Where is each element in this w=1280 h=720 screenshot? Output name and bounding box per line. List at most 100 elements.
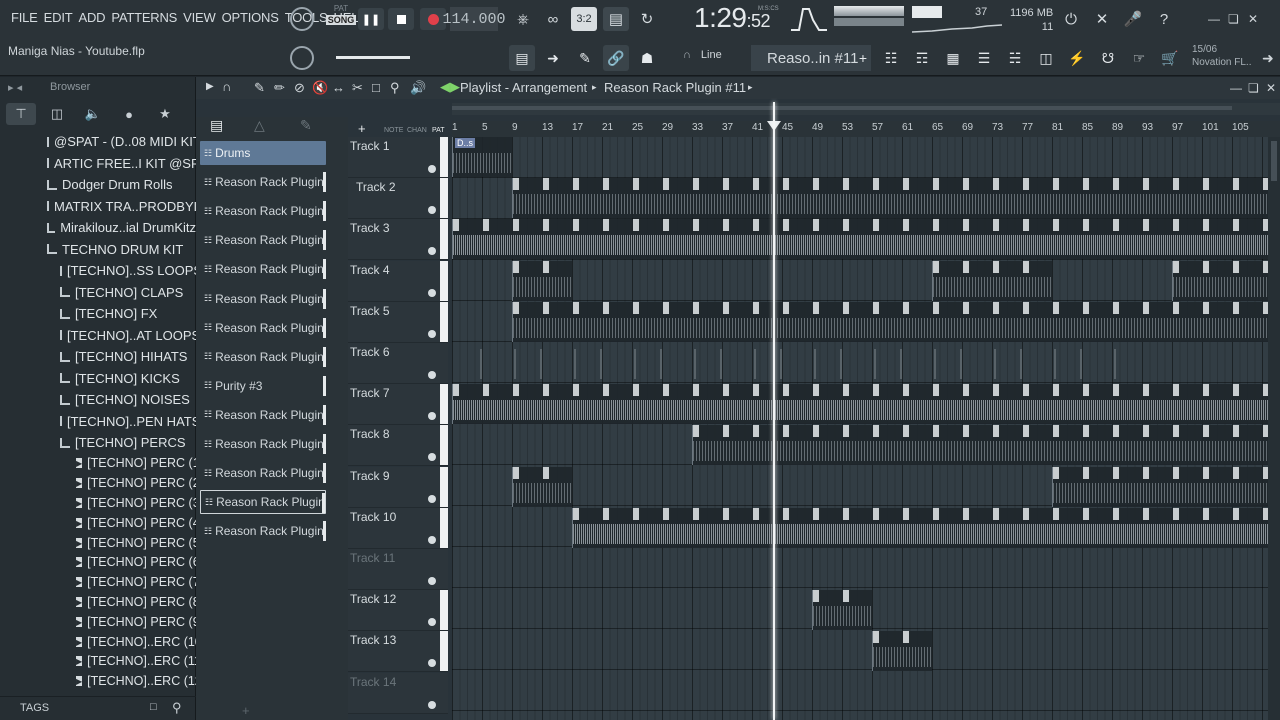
tools-icon[interactable]: ✕ [1089,7,1115,31]
stamp-button[interactable]: ☗ [634,45,660,71]
track-header[interactable]: Track 8 [348,425,448,467]
link-button[interactable]: 🔗 [603,45,629,71]
browser-item[interactable]: ▶ [TECHNO]..ERC (11) [0,651,196,671]
track-header[interactable]: Track 2 [348,178,448,220]
panic-icon[interactable]: ⏻ [1058,7,1084,31]
browser-item[interactable]: ▶ [TECHNO] PERC (9) [0,612,196,632]
horizontal-scrollbar[interactable] [452,103,1280,115]
browser-all-button[interactable]: ⊤ [6,103,36,125]
pattern-item[interactable]: ☷Reason Rack Plugin #11 [200,490,326,515]
mute-tool-icon[interactable]: 🔇 [312,80,328,96]
track-mute-button[interactable] [428,206,436,215]
browser-item[interactable]: TECHNO DRUM KIT [0,239,196,261]
tool-4-button[interactable]: ☰ [971,45,997,71]
vertical-scroll-thumb[interactable] [1271,141,1277,181]
track-mute-button[interactable] [428,165,436,173]
browser-item[interactable]: Dodger Drum Rolls [0,174,196,196]
pattern-item[interactable]: ☷Reason Rack Plugin #8 [200,461,326,485]
playlist-menu-arrow-icon[interactable]: ▶ [206,81,214,92]
tool-3-button[interactable]: ▦ [940,45,966,71]
pattern-clip[interactable] [812,590,872,631]
menu-options[interactable]: OPTIONS [219,10,282,25]
magnet-icon[interactable]: ∩ [222,79,231,94]
menu-add[interactable]: ADD [75,10,108,25]
browser-item[interactable]: @SPAT - (D..08 MIDI KIT [0,131,196,153]
shop-button[interactable]: 🛒 [1157,45,1183,71]
pattern-clip[interactable] [872,631,932,672]
help-icon[interactable]: ? [1151,7,1177,31]
browser-item[interactable]: [TECHNO] CLAPS [0,282,196,304]
pencil-tool-icon[interactable]: ✎ [254,80,265,96]
search-icon[interactable]: ⚲ [172,700,182,716]
menu-view[interactable]: VIEW [180,10,218,25]
track-header[interactable]: Track 4 [348,260,448,302]
pattern-clip[interactable] [932,260,1052,301]
track-header[interactable]: Track 9 [348,466,448,508]
step-edit-icon[interactable]: ▤ [603,7,629,31]
pattern-clip[interactable] [1052,466,1268,507]
loop-record-icon[interactable]: ↻ [634,7,660,31]
browser-item[interactable]: [TECHNO]..PEN HATS [0,411,196,433]
menu-patterns[interactable]: PATTERNS [108,10,180,25]
tempo-display[interactable]: 114.000 [443,7,506,31]
pattern-clip[interactable]: D..s [452,137,512,177]
countdown-icon[interactable]: 3:2 [571,7,597,31]
tab-pat[interactable]: PAT [432,127,445,134]
tool-2-button[interactable]: ☶ [909,45,935,71]
vertical-scrollbar[interactable] [1268,137,1280,720]
picker-add-icon[interactable]: + [242,703,250,718]
device-arrow-icon[interactable]: ➜ [1262,50,1274,67]
pattern-clip[interactable] [452,219,1268,260]
browser-arrows-icon[interactable]: ▸ ◂ [8,81,22,94]
track-mute-button[interactable] [428,700,436,709]
tool-8-button[interactable]: ☋ [1095,45,1121,71]
pattern-item[interactable]: ☷Reason Rack Plugin #4 [200,345,326,369]
track-header[interactable]: Track 1 [348,137,448,178]
pattern-clip[interactable] [512,466,572,507]
menu-file[interactable]: FILE [8,10,41,25]
pattern-item[interactable]: ☷Reason Rack Plugin #9 [200,519,326,543]
zoom-tool-icon[interactable]: ⚲ [390,80,400,96]
pattern-clip[interactable] [692,425,1268,466]
wait-input-icon[interactable]: ∞ [540,7,566,31]
track-header[interactable]: Track 14 [348,672,448,714]
add-pattern-button[interactable]: + [850,45,876,71]
pattern-item[interactable]: ☷Reason Rack Plugin #2 [200,316,326,340]
browser-item[interactable]: ▶ [TECHNO]..ERC (12) [0,671,196,691]
browser-item[interactable]: ▶ [TECHNO] PERC (4) [0,513,196,533]
track-header[interactable]: Track 12 [348,590,448,632]
pattern-clip[interactable] [452,384,1268,425]
track-mute-button[interactable] [428,288,436,297]
track-mute-button[interactable] [428,494,436,503]
track-mute-button[interactable] [428,659,436,668]
microphone-icon[interactable]: 🎤 [1120,7,1146,31]
tool-7-button[interactable]: ⚡ [1064,45,1090,71]
audio-clip-icon[interactable]: ✎ [300,117,312,134]
pattern-item[interactable]: ☷ Purity #3 [200,374,326,398]
browser-item[interactable]: Mirakilouz..ial DrumKitz [0,217,196,239]
track-mute-button[interactable] [428,535,436,544]
track-mute-button[interactable] [428,412,436,421]
tab-note[interactable]: NOTE [384,127,403,134]
pattern-item[interactable]: ☷ Drums [200,141,326,165]
menu-edit[interactable]: EDIT [41,10,76,25]
maximize-icon[interactable]: ❏ [1228,12,1239,26]
track-header[interactable]: Track 3 [348,219,448,261]
pat-song-toggle[interactable]: PAT SONG [326,4,356,34]
track-mute-button[interactable] [428,247,436,256]
add-track-icon[interactable]: + [358,121,366,136]
playlist-minimize-icon[interactable]: — [1230,81,1242,95]
timeline-ruler[interactable]: 1 5 9 13 17 21 25 29 33 37 41 45 49 53 57 61 65 69 73 77 81 8… [452,121,1280,137]
scroll-thumb[interactable] [452,106,1232,110]
browser-item[interactable]: ▶ [TECHNO] PERC (6) [0,552,196,572]
browser-item[interactable]: ▶ [TECHNO] PERC (3) [0,493,196,513]
close-icon[interactable]: ✕ [1248,12,1258,26]
tab-chan[interactable]: CHAN [407,127,427,134]
browser-item[interactable]: [TECHNO] FX [0,303,196,325]
browser-item[interactable]: ▶ [TECHNO]..ERC (10) [0,632,196,652]
track-header[interactable]: Track 6 [348,343,448,384]
pattern-item[interactable]: ☷Reason Rack Plugin #7 [200,432,326,456]
pattern-clip[interactable] [572,507,1268,548]
browser-item[interactable]: ▶ [TECHNO] PERC (2) [0,473,196,493]
browser-item[interactable]: ▶ [TECHNO] PERC (1) [0,454,196,474]
